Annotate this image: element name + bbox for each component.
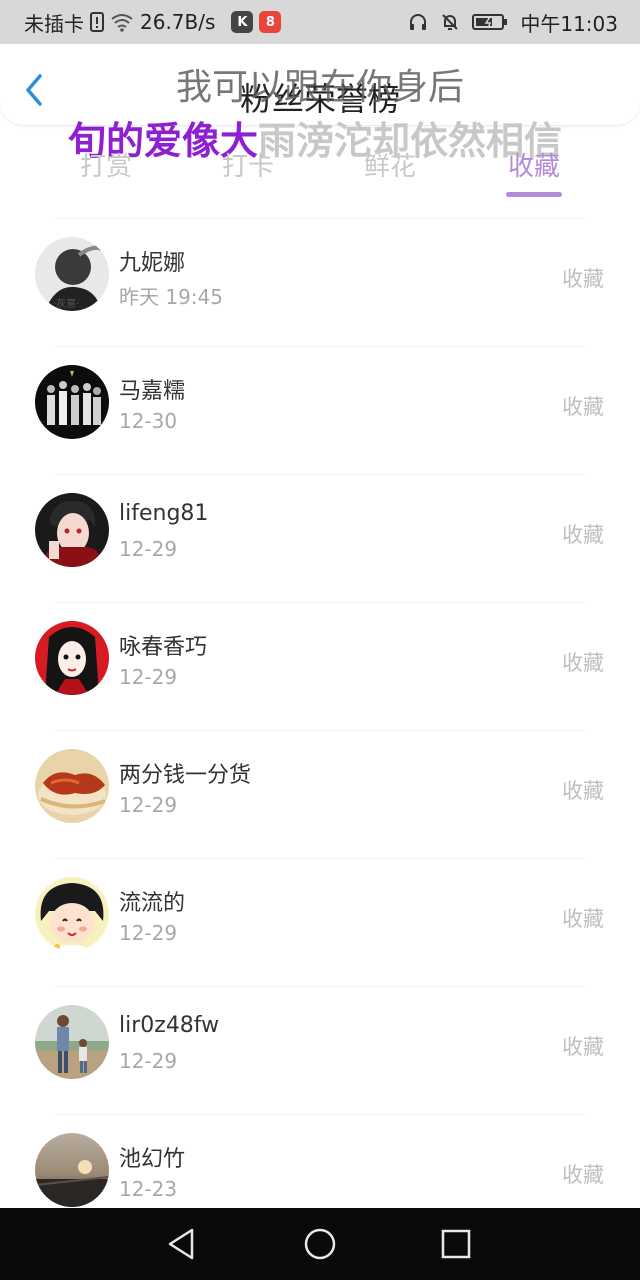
action-label: 收藏	[562, 395, 604, 419]
action-label: 收藏	[562, 523, 604, 547]
sim-alert-icon	[90, 12, 104, 32]
list-item[interactable]: 咏春香巧 12-29 收藏	[35, 602, 604, 730]
user-name: 池幻竹	[119, 1147, 186, 1172]
list-item[interactable]: lifeng81 12-29 收藏	[35, 474, 604, 602]
user-name: 马嘉糯	[119, 379, 186, 404]
mute-bell-icon	[440, 12, 460, 32]
status-left: 未插卡 26.7B/s K 8	[24, 8, 408, 37]
system-nav-bar	[0, 1208, 640, 1280]
list-item[interactable]: lir0z48fw 12-29 收藏	[35, 986, 604, 1114]
svg-text:·灰意·: ·灰意·	[53, 297, 79, 310]
network-speed: 26.7B/s	[140, 10, 216, 34]
avatar[interactable]	[35, 621, 109, 695]
user-name: 两分钱一分货	[119, 763, 252, 788]
user-name: lir0z48fw	[119, 1013, 220, 1038]
battery-icon	[472, 13, 508, 31]
action-label: 收藏	[562, 907, 604, 931]
fan-list: ·灰意· 九妮娜 昨天 19:45 收藏 马嘉糯 12-30 收藏 lifeng…	[0, 218, 640, 1242]
list-item[interactable]: 流流的 12-29 收藏	[35, 858, 604, 986]
avatar[interactable]	[35, 1005, 109, 1079]
avatar[interactable]	[35, 1133, 109, 1207]
user-date: 12-29	[119, 793, 178, 817]
list-item[interactable]: 马嘉糯 12-30 收藏	[35, 346, 604, 474]
app-k-icon: K	[231, 11, 254, 33]
avatar[interactable]: ·灰意·	[35, 237, 109, 311]
avatar[interactable]	[35, 493, 109, 567]
tab-checkin[interactable]: 打卡	[208, 146, 288, 183]
list-item[interactable]: 两分钱一分货 12-29 收藏	[35, 730, 604, 858]
wifi-icon	[110, 12, 134, 32]
user-date: 12-30	[119, 409, 178, 433]
user-date: 昨天 19:45	[119, 285, 223, 309]
home-circle-icon[interactable]	[300, 1226, 340, 1262]
back-triangle-icon[interactable]	[162, 1226, 202, 1262]
user-name: lifeng81	[119, 501, 209, 526]
action-label: 收藏	[562, 1163, 604, 1187]
recents-square-icon[interactable]	[436, 1226, 476, 1262]
action-label: 收藏	[562, 267, 604, 291]
user-name: 九妮娜	[119, 251, 186, 276]
user-name: 流流的	[119, 891, 186, 916]
tab-reward[interactable]: 打赏	[66, 146, 146, 183]
user-date: 12-29	[119, 1049, 178, 1073]
avatar[interactable]	[35, 877, 109, 951]
action-label: 收藏	[562, 1035, 604, 1059]
status-right: 中午11:03	[408, 8, 618, 37]
screen: 未插卡 26.7B/s K 8 中午11:03 粉丝荣誉榜 我可以跟在你身后 旬…	[0, 0, 640, 1280]
user-date: 12-29	[119, 921, 178, 945]
user-date: 12-29	[119, 665, 178, 689]
action-label: 收藏	[562, 779, 604, 803]
clock-text: 中午11:03	[520, 11, 618, 36]
tab-bar: 打赏 打卡 鲜花 收藏	[0, 140, 640, 200]
avatar[interactable]	[35, 749, 109, 823]
lyric-line-1: 我可以跟在你身后	[175, 67, 464, 108]
tab-flowers[interactable]: 鲜花	[350, 146, 430, 183]
carrier-text: 未插卡	[24, 11, 84, 36]
user-date: 12-23	[119, 1177, 178, 1201]
action-label: 收藏	[562, 651, 604, 675]
tab-active-indicator	[506, 192, 562, 197]
list-item[interactable]: ·灰意· 九妮娜 昨天 19:45 收藏	[35, 218, 604, 346]
avatar[interactable]	[35, 365, 109, 439]
headphone-icon	[408, 12, 428, 32]
user-date: 12-29	[119, 537, 178, 561]
user-name: 咏春香巧	[119, 635, 208, 660]
app-8-icon: 8	[259, 11, 282, 33]
status-bar: 未插卡 26.7B/s K 8 中午11:03	[0, 0, 640, 44]
tab-favorites[interactable]: 收藏	[494, 146, 574, 183]
